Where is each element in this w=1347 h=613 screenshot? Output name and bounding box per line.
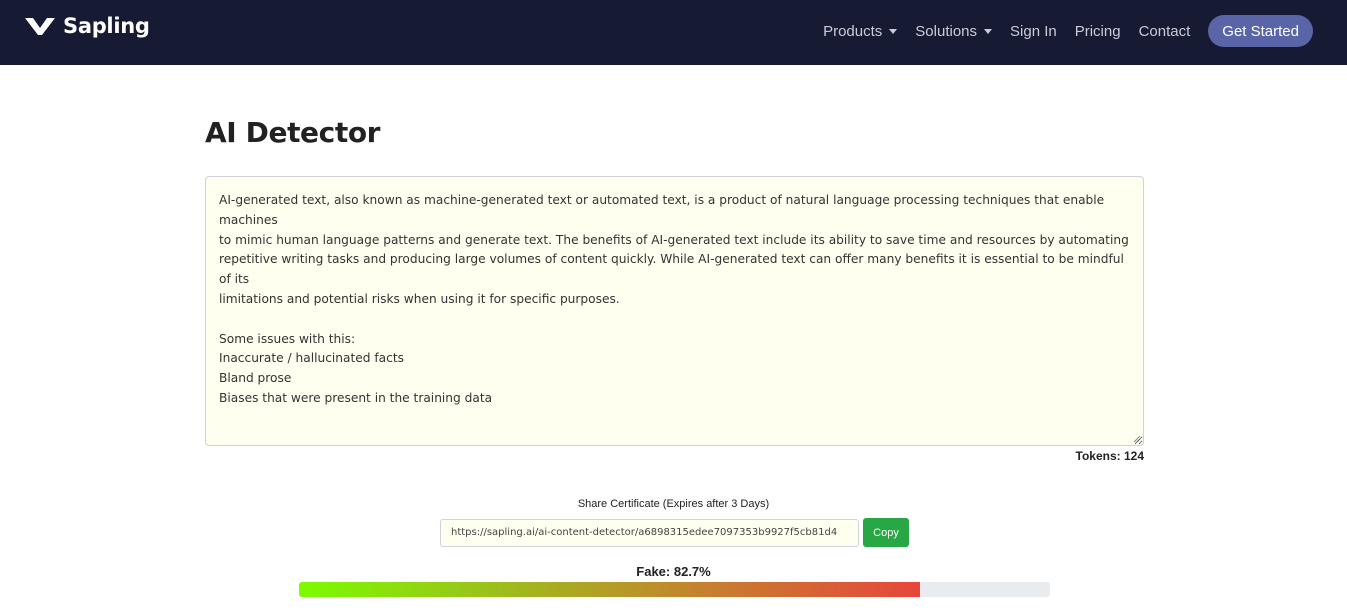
nav-item-label: Pricing bbox=[1074, 22, 1121, 40]
fake-score-bar bbox=[299, 582, 1050, 597]
text-line: Bland prose bbox=[219, 371, 292, 386]
text-line: to mimic human language patterns and gen… bbox=[219, 232, 1129, 247]
nav-item-label: Products bbox=[823, 22, 883, 40]
token-count: Tokens: 124 bbox=[1075, 449, 1144, 463]
nav-item-pricing[interactable]: Pricing bbox=[1075, 23, 1121, 40]
brand-name: Sapling bbox=[63, 14, 150, 38]
text-line: AI-generated text, also known as machine… bbox=[219, 193, 1105, 227]
get-started-button[interactable]: Get Started bbox=[1208, 15, 1313, 47]
nav-item-label: Solutions bbox=[915, 22, 978, 40]
text-line: Biases that were present in the training… bbox=[219, 390, 493, 405]
text-line: limitations and potential risks when usi… bbox=[219, 291, 620, 306]
text-line: Some issues with this: bbox=[219, 331, 356, 346]
nav-item-solutions[interactable]: Solutions bbox=[915, 22, 993, 40]
share-row: Copy bbox=[440, 518, 909, 547]
text-line: Inaccurate / hallucinated facts bbox=[219, 351, 404, 366]
brand-link[interactable]: Sapling bbox=[23, 14, 150, 38]
share-certificate-label: Share Certificate (Expires after 3 Days) bbox=[577, 498, 770, 510]
fake-score-bar-fill bbox=[299, 582, 921, 597]
nav-item-sign-in[interactable]: Sign In bbox=[1010, 23, 1057, 40]
share-url-input[interactable] bbox=[440, 518, 859, 547]
text-input-area[interactable]: AI-generated text, also known as machine… bbox=[205, 176, 1144, 446]
navbar: Sapling Products Solutions Sign In Prici… bbox=[0, 0, 1347, 65]
copy-button[interactable]: Copy bbox=[863, 518, 909, 547]
nav-item-label: Sign In bbox=[1010, 22, 1057, 40]
nav-item-products[interactable]: Products bbox=[823, 22, 898, 40]
page-title: AI Detector bbox=[205, 116, 381, 149]
fake-score-label: Fake: 82.7% bbox=[636, 564, 711, 579]
resize-handle-icon[interactable] bbox=[1133, 435, 1141, 443]
text-line: repetitive writing tasks and producing l… bbox=[219, 252, 1124, 287]
nav-item-contact[interactable]: Contact bbox=[1139, 23, 1191, 40]
caret-down-icon bbox=[889, 28, 898, 34]
nav-item-label: Contact bbox=[1138, 22, 1191, 40]
text-blank-line bbox=[219, 310, 1130, 330]
caret-down-icon bbox=[984, 28, 993, 34]
sapling-logo-icon bbox=[25, 18, 55, 35]
nav-links: Products Solutions Sign In Pricing Conta… bbox=[805, 15, 1313, 47]
